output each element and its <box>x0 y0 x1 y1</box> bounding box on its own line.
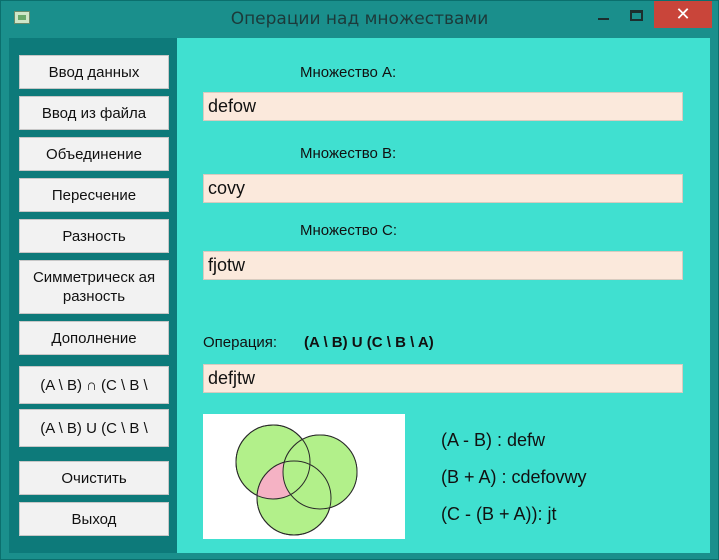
set-b-label: Множество В: <box>300 145 397 162</box>
minimize-button[interactable] <box>586 1 620 29</box>
minimize-icon <box>597 18 609 20</box>
sidebar: Ввод данных Ввод из файла Объединение Пе… <box>9 38 177 553</box>
result-b-plus-a: (B + A) : cdefovwy <box>441 467 587 487</box>
close-button[interactable]: ✕ <box>654 1 712 28</box>
set-a-field[interactable]: defow <box>203 92 683 121</box>
set-b-field[interactable]: covy <box>203 174 683 203</box>
result-a-minus-b: (A - B) : defw <box>441 430 546 450</box>
set-c-label: Множество С: <box>300 222 398 239</box>
intersection-formula-button[interactable]: (A \ B) ∩ (C \ B \ <box>19 366 169 404</box>
maximize-icon <box>629 9 643 21</box>
difference-button[interactable]: Разность <box>19 219 169 253</box>
symmetric-difference-button[interactable]: Симметрическ ая разность <box>19 260 169 314</box>
app-window: Операции над множествами ✕ Ввод данных В… <box>0 0 719 560</box>
result-c-minus-b-plus-a: (C - (B + A)): jt <box>441 504 557 524</box>
exit-button[interactable]: Выход <box>19 502 169 536</box>
input-data-button[interactable]: Ввод данных <box>19 55 169 89</box>
operation-expression: (A \ B) U (C \ B \ A) <box>304 334 434 351</box>
operation-label: Операция: <box>203 334 278 351</box>
complement-button[interactable]: Дополнение <box>19 321 169 355</box>
set-c-field[interactable]: fjotw <box>203 251 683 280</box>
union-formula-button[interactable]: (A \ B) U (C \ B \ <box>19 409 169 447</box>
venn-svg <box>235 424 358 536</box>
close-icon: ✕ <box>675 3 691 25</box>
clear-button[interactable]: Очистить <box>19 461 169 495</box>
operation-result-field[interactable]: defjtw <box>203 364 683 393</box>
set-a-label: Множество А: <box>300 64 397 81</box>
union-button[interactable]: Объединение <box>19 137 169 171</box>
intersection-button[interactable]: Пересчение <box>19 178 169 212</box>
title-bar: Операции над множествами ✕ <box>1 1 718 37</box>
main-panel: Множество А: defow Множество В: covy Мно… <box>177 38 710 553</box>
input-from-file-button[interactable]: Ввод из файла <box>19 96 169 130</box>
maximize-button[interactable] <box>619 1 653 29</box>
venn-diagram <box>203 414 405 539</box>
